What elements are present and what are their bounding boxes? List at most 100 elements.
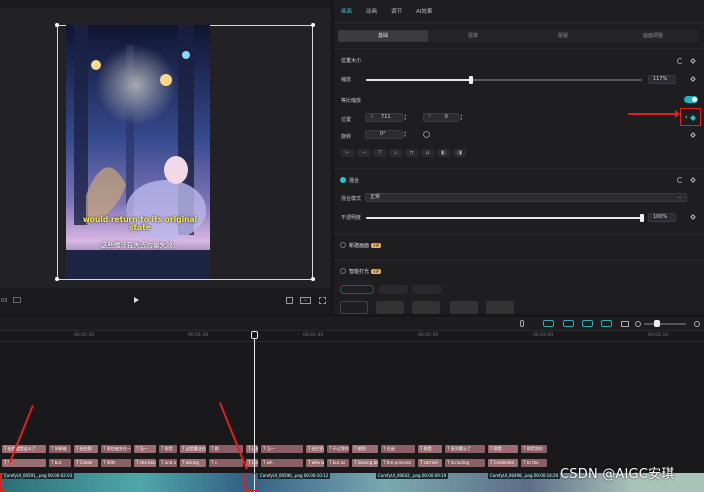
light-thumb-2[interactable] — [376, 301, 404, 314]
light-preset-2[interactable] — [378, 285, 408, 294]
zoom-out-icon[interactable] — [635, 321, 641, 327]
rotate-dial-icon[interactable] — [423, 131, 430, 138]
link-button-3[interactable] — [582, 320, 593, 327]
align-vcenter-button[interactable]: ⊓ — [405, 149, 418, 157]
preview-axis-icon[interactable] — [621, 321, 629, 327]
opacity-slider-knob[interactable] — [640, 214, 644, 222]
subtab-cutout[interactable]: 抠像 — [428, 30, 518, 42]
light-preset-3[interactable] — [412, 285, 442, 294]
play-icon[interactable] — [134, 297, 139, 303]
link-button-4[interactable] — [601, 320, 612, 327]
align-bottom-button[interactable]: ⊔ — [421, 149, 434, 157]
text-zh-clip[interactable]: T 这是魔法在失败 — [180, 445, 206, 453]
scale-slider-knob[interactable] — [469, 76, 473, 84]
zoom-slider-knob[interactable] — [654, 320, 660, 327]
position-x-stepper[interactable]: ▲ ▼ — [404, 113, 408, 122]
text-zh-clip[interactable]: T 那是 — [159, 445, 177, 453]
text-en-clip[interactable]: T leaving behi — [352, 459, 378, 467]
text-zh-clip[interactable]: T 在迷 — [381, 445, 415, 453]
align-top-button[interactable]: ⊥ — [389, 149, 402, 157]
text-zh-clip[interactable]: T 那是我的 — [521, 445, 547, 453]
video-clip-4[interactable]: ComfyUI_00498_.png 00:00:14:20 — [488, 473, 561, 479]
align-dist-h-button[interactable]: ◧ — [437, 149, 450, 157]
resize-handle-bl[interactable] — [55, 277, 59, 281]
text-zh-clip[interactable]: T 但它仍 — [306, 445, 324, 453]
position-y-input[interactable]: Y 0 — [423, 113, 459, 122]
zoom-in-icon[interactable] — [694, 321, 700, 327]
text-zh-clip[interactable]: T 让被创造的王子 — [246, 445, 258, 453]
resize-handle-tl[interactable] — [55, 23, 59, 27]
text-zh-clip[interactable]: T 感到 — [352, 445, 378, 453]
align-left-button[interactable]: ⊢ — [341, 149, 354, 157]
link-button-2[interactable] — [563, 320, 574, 327]
text-zh-clip[interactable]: T 当一 — [261, 445, 303, 453]
text-en-clip[interactable]: T Including — [445, 459, 485, 467]
text-zh-clip[interactable]: T 那些被关在一 — [101, 445, 131, 453]
rotate-keyframe-icon[interactable] — [690, 132, 696, 138]
light-preset-1[interactable] — [340, 285, 374, 294]
text-zh-clip[interactable]: T 但其就是这么了 — [2, 445, 46, 453]
position-x-input[interactable]: X 711 — [365, 113, 403, 122]
video-clip-2[interactable]: ComfyUI_00596_.png 00:00:10:12 — [258, 473, 331, 479]
text-en-clip[interactable]: T and a — [159, 459, 177, 467]
timeline-view-icon[interactable] — [13, 297, 21, 303]
subtab-basic[interactable]: 基础 — [338, 30, 428, 42]
playhead-handle[interactable] — [251, 331, 258, 339]
opacity-slider[interactable] — [366, 214, 644, 222]
text-en-clip[interactable]: T to the — [521, 459, 547, 467]
text-zh-clip[interactable]: T 直到魔法了 — [445, 445, 485, 453]
align-hcenter-button[interactable]: ⊣ — [357, 149, 370, 157]
new-frame-checkbox[interactable] — [340, 242, 346, 248]
position-y-stepper[interactable]: ▲ ▼ — [460, 113, 464, 122]
align-right-button[interactable]: ⊤ — [373, 149, 386, 157]
text-en-clip[interactable]: T the princess — [381, 459, 415, 467]
rotate-stepper[interactable]: ▲ ▼ — [404, 130, 408, 139]
time-ruler[interactable]: 00:01:20 00:01:30 00:01:40 00:01:50 00:0… — [0, 332, 704, 342]
blend-keyframe-icon[interactable] — [690, 177, 696, 183]
text-en-clip[interactable]: T Cinder — [74, 459, 98, 467]
scale-slider[interactable] — [366, 76, 642, 84]
text-zh-clip[interactable]: T 但在那 — [74, 445, 98, 453]
text-zh-clip[interactable]: T 如果能 — [49, 445, 71, 453]
text-zh-clip[interactable]: T 那是 — [418, 445, 442, 453]
opacity-input[interactable]: 100% — [648, 213, 676, 222]
keyframe-section-icon[interactable] — [690, 58, 696, 64]
subtab-picture-adjust[interactable]: 画面调整 — [608, 30, 698, 42]
fit-screen-icon[interactable] — [286, 297, 293, 304]
reset-position-icon[interactable] — [677, 58, 683, 64]
text-en-clip[interactable]: T s — [209, 459, 243, 467]
tab-adjust[interactable]: 调节 — [384, 6, 409, 18]
blend-mode-select[interactable]: 正常 ⌄ — [365, 193, 687, 202]
zoom-slider[interactable] — [644, 323, 686, 325]
playhead-line[interactable] — [254, 331, 255, 492]
video-clip-1[interactable]: ComfyUI_00591_.png 00:00:02:03 — [2, 473, 75, 479]
subtab-mask[interactable]: 蒙版 — [518, 30, 608, 42]
text-en-clip[interactable]: T asking — [180, 459, 206, 467]
text-zh-clip[interactable]: T 不过我的看法是 — [327, 445, 349, 453]
text-zh-clip[interactable]: T 当一 — [134, 445, 156, 453]
light-thumb-1[interactable] — [340, 301, 368, 314]
resize-handle-br[interactable] — [311, 277, 315, 281]
blend-checkbox[interactable] — [340, 177, 346, 183]
opacity-keyframe-icon[interactable] — [690, 214, 696, 220]
ai-light-checkbox[interactable] — [340, 268, 346, 274]
text-en-clip[interactable]: T Cinderella — [246, 459, 258, 467]
text-en-clip[interactable]: T With — [101, 459, 131, 467]
resize-handle-tr[interactable] — [311, 23, 315, 27]
microphone-icon[interactable] — [520, 320, 524, 327]
ratio-icon[interactable]: ▭ — [300, 297, 311, 304]
rotate-input[interactable]: 0° — [365, 130, 403, 139]
tab-ai-effects[interactable]: AI效果 — [409, 6, 439, 18]
text-zh-clip[interactable]: T 那是 — [488, 445, 518, 453]
text-en-clip[interactable]: T she became — [134, 459, 156, 467]
scale-keyframe-icon[interactable] — [690, 76, 696, 82]
video-clip-3[interactable]: ComfyUI_00602_.png 00:00:09:19 — [376, 473, 449, 479]
align-dist-v-button[interactable]: ◨ — [453, 149, 466, 157]
uniform-scale-toggle[interactable] — [684, 96, 698, 103]
reset-blend-icon[interactable] — [677, 177, 683, 183]
tab-animation[interactable]: 动画 — [359, 6, 384, 18]
text-en-clip[interactable]: T wh — [261, 459, 303, 467]
link-button-1[interactable] — [543, 320, 554, 327]
light-thumb-4[interactable] — [450, 301, 478, 314]
text-en-clip[interactable]: T Cinderella — [488, 459, 518, 467]
